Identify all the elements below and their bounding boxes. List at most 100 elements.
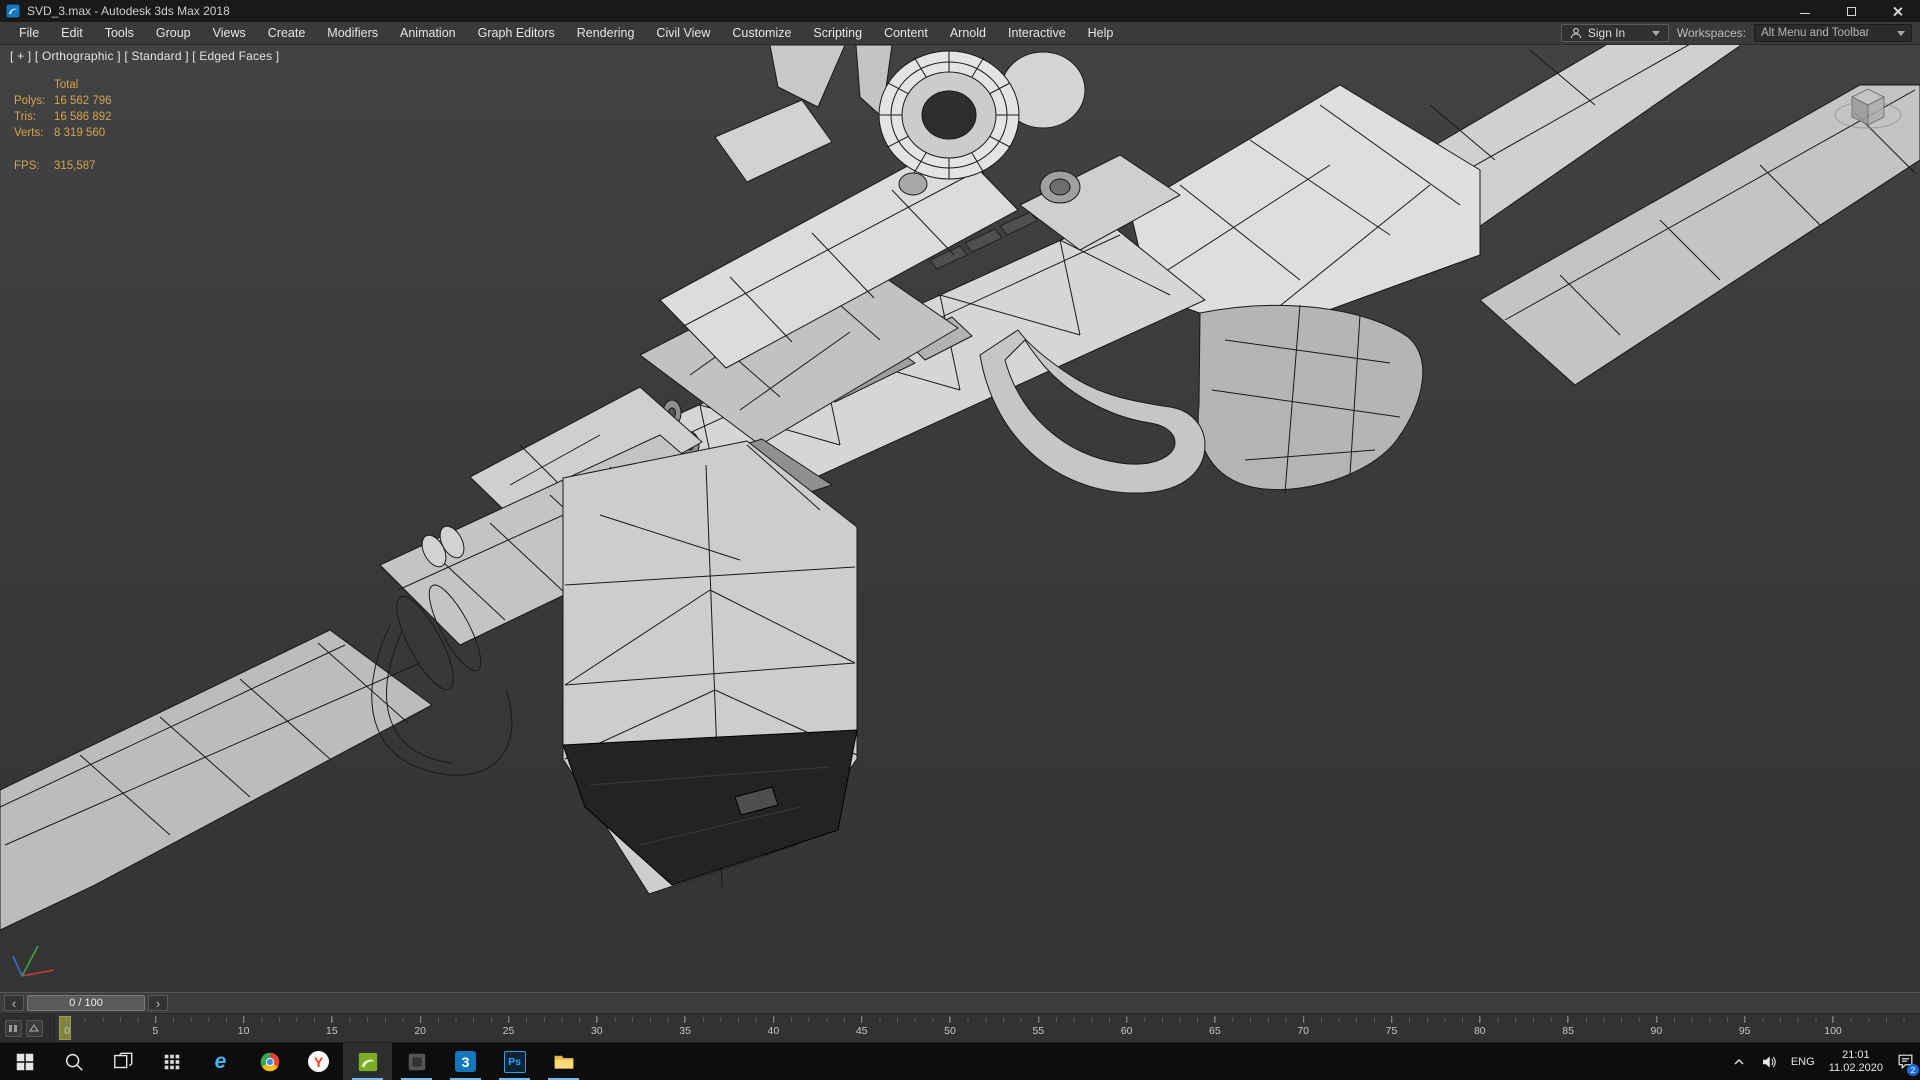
menu-interactive[interactable]: Interactive [997, 22, 1077, 44]
stats-polys-value: 16 562 796 [54, 95, 112, 107]
ruler-tick-85: 85 [1562, 1016, 1574, 1037]
menu-file[interactable]: File [8, 22, 50, 44]
key-filter-icon [9, 1024, 17, 1032]
3dsmax-app-icon [6, 4, 20, 18]
taskbar-apps: e Y 3 Ps [0, 1043, 588, 1080]
language-indicator[interactable]: ENG [1784, 1056, 1822, 1068]
trackbar-mode-button[interactable] [26, 1019, 43, 1037]
tray-chevron-icon[interactable] [1724, 1043, 1754, 1080]
sign-in-button[interactable]: Sign In [1560, 24, 1669, 42]
titlebar: SVD_3.max - Autodesk 3ds Max 2018 [0, 0, 1920, 22]
action-center-icon[interactable]: 2 [1890, 1043, 1920, 1080]
menu-views[interactable]: Views [202, 22, 257, 44]
caret-down-icon [1651, 30, 1660, 36]
ruler-tick-0: 0 [64, 1016, 70, 1037]
menu-group[interactable]: Group [145, 22, 202, 44]
menubar: File Edit Tools Group Views Create Modifiers An… [0, 22, 1920, 45]
workspaces-label: Workspaces: [1676, 26, 1746, 40]
ruler-tick-65: 65 [1209, 1016, 1221, 1037]
taskbar-app-grid-icon[interactable] [147, 1043, 196, 1080]
windows-taskbar: e Y 3 Ps ENG 21:01 11.02.2020 2 [0, 1043, 1920, 1080]
ruler-tick-35: 35 [679, 1016, 691, 1037]
stats-verts-label: Verts: [14, 127, 44, 139]
ruler-tick-55: 55 [1032, 1016, 1044, 1037]
viewport-label[interactable]: [ + ] [ Orthographic ] [ Standard ] [ Ed… [10, 49, 279, 63]
menu-content[interactable]: Content [873, 22, 939, 44]
close-button[interactable] [1874, 0, 1920, 22]
notification-badge: 2 [1907, 1064, 1919, 1076]
next-frame-button[interactable]: › [148, 995, 168, 1011]
menu-create[interactable]: Create [257, 22, 317, 44]
edge-logo: e [214, 1049, 227, 1073]
taskbar-yandex-icon[interactable]: Y [294, 1043, 343, 1080]
stats-verts-value: 8 319 560 [54, 127, 106, 139]
menu-graph-editors[interactable]: Graph Editors [467, 22, 566, 44]
maximize-icon [1846, 6, 1856, 16]
3dsmax-window: SVD_3.max - Autodesk 3ds Max 2018 File Ed… [0, 0, 1920, 1080]
taskbar-3dsmax-blue-icon[interactable]: 3 [441, 1043, 490, 1080]
maximize-button[interactable] [1828, 0, 1874, 22]
menu-civil-view[interactable]: Civil View [645, 22, 721, 44]
menu-modifiers[interactable]: Modifiers [316, 22, 389, 44]
ruler-tick-30: 30 [591, 1016, 603, 1037]
sign-in-label: Sign In [1587, 26, 1626, 40]
taskbar-task-view-icon[interactable] [98, 1043, 147, 1080]
ruler-tick-90: 90 [1651, 1016, 1662, 1037]
volume-icon[interactable] [1754, 1043, 1784, 1080]
axis-gizmo-icon [12, 945, 55, 977]
ruler-tick-70: 70 [1297, 1016, 1309, 1037]
track-mode-icon [29, 1023, 40, 1032]
menu-tools[interactable]: Tools [94, 22, 145, 44]
menu-edit[interactable]: Edit [50, 22, 94, 44]
taskbar-chrome-icon[interactable] [245, 1043, 294, 1080]
trackbar-tools [0, 1014, 55, 1042]
taskbar-photoshop-icon[interactable]: Ps [490, 1043, 539, 1080]
menu-animation[interactable]: Animation [389, 22, 467, 44]
clock[interactable]: 21:01 11.02.2020 [1822, 1049, 1890, 1075]
track-bar[interactable]: 0 5 10 15 20 25 30 35 40 45 50 55 60 65 70 75 80 85 90 95 10… [0, 1014, 1920, 1043]
photoshop-logo: Ps [503, 1050, 526, 1073]
timeline-ruler-ticks: 0 5 10 15 20 25 30 35 40 45 50 55 60 65 70 75 80 85 90 95 10… [0, 1014, 1920, 1042]
menu-rendering[interactable]: Rendering [566, 22, 646, 44]
ruler-tick-15: 15 [326, 1016, 338, 1037]
minimize-icon [1800, 13, 1810, 14]
taskbar-start-icon[interactable] [0, 1043, 49, 1080]
taskbar-app-dark-icon[interactable] [392, 1043, 441, 1080]
stats-tris-value: 16 586 892 [54, 111, 112, 123]
viewport-scene[interactable] [0, 45, 1920, 992]
viewport-statistics: Total Polys: 16 562 796 Tris: 16 586 892 V… [14, 77, 112, 174]
menu-help[interactable]: Help [1077, 22, 1125, 44]
taskbar-explorer-icon[interactable] [539, 1043, 588, 1080]
time-slider-track[interactable] [171, 993, 1920, 1013]
minimize-button[interactable] [1782, 0, 1828, 22]
workspaces-value: Alt Menu and Toolbar [1761, 27, 1870, 39]
menu-arnold[interactable]: Arnold [939, 22, 997, 44]
3dsmax-blue-logo: 3 [455, 1051, 476, 1072]
rifle-wireframe-model [0, 45, 1920, 931]
trackbar-filter-button[interactable] [5, 1019, 22, 1037]
stats-fps-label: FPS: [14, 160, 40, 172]
stats-polys-label: Polys: [14, 95, 46, 107]
system-tray: ENG 21:01 11.02.2020 2 [1724, 1043, 1920, 1080]
ruler-tick-60: 60 [1121, 1016, 1132, 1037]
stats-tris-label: Tris: [14, 111, 36, 123]
ruler-tick-80: 80 [1474, 1016, 1486, 1037]
ruler-tick-40: 40 [768, 1016, 779, 1037]
ruler-tick-25: 25 [503, 1016, 514, 1037]
viewcube[interactable] [1830, 73, 1906, 149]
taskbar-3dsmax-green-icon[interactable] [343, 1043, 392, 1080]
ruler-tick-75: 75 [1386, 1016, 1397, 1037]
menu-customize[interactable]: Customize [721, 22, 802, 44]
ruler-tick-95: 95 [1739, 1016, 1751, 1037]
time-slider-handle[interactable]: 0 / 100 [27, 995, 145, 1011]
prev-frame-button[interactable]: ‹ [4, 995, 24, 1011]
viewport[interactable]: [ + ] [ Orthographic ] [ Standard ] [ Ed… [0, 45, 1920, 992]
menu-scripting[interactable]: Scripting [802, 22, 873, 44]
ruler-tick-100: 100 [1824, 1016, 1842, 1037]
taskbar-search-icon[interactable] [49, 1043, 98, 1080]
stats-total-header: Total [54, 79, 79, 91]
workspaces-dropdown[interactable]: Alt Menu and Toolbar [1754, 24, 1912, 42]
caret-down-icon [1897, 30, 1905, 36]
taskbar-edge-icon[interactable]: e [196, 1043, 245, 1080]
time-slider-bar[interactable]: ‹ 0 / 100 › [0, 992, 1920, 1014]
